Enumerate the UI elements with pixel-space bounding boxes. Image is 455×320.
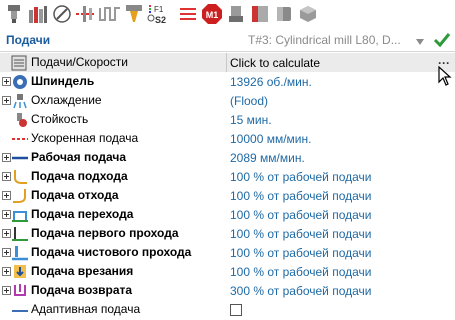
grid-header-name: Подачи/Скорости	[31, 55, 129, 69]
table-row[interactable]: Подача перехода 100 % от рабочей подачи	[0, 205, 455, 224]
row-value[interactable]: 100 % от рабочей подачи	[230, 167, 371, 186]
adaptive-feed-icon	[12, 302, 28, 318]
row-value[interactable]: 15 мин.	[230, 110, 272, 129]
expand-toggle[interactable]	[2, 191, 11, 200]
cutter-icon[interactable]	[123, 3, 145, 25]
row-value[interactable]: 2089 мм/мин.	[230, 148, 305, 167]
expand-toggle[interactable]	[2, 172, 11, 181]
adaptive-feed-checkbox[interactable]	[230, 303, 242, 316]
row-value[interactable]: 300 % от рабочей подачи	[230, 281, 371, 300]
row-label: Стойкость	[31, 112, 89, 126]
row-value[interactable]: 100 % от рабочей подачи	[230, 262, 371, 281]
table-row[interactable]: Стойкость 15 мин.	[0, 110, 455, 129]
f1-s2-icon[interactable]: F1 S2	[147, 3, 175, 25]
m1-label: M1	[206, 10, 219, 20]
grid-header-row[interactable]: Подачи/Скорости Click to calculate	[0, 53, 455, 72]
adaptive-feed-value[interactable]	[230, 300, 242, 319]
section-header: Подачи T#3: Cylindrical mill L80, D...	[0, 28, 455, 52]
row-label: Подача первого прохода	[31, 226, 179, 240]
row-value[interactable]: 13926 об./мин.	[230, 72, 312, 91]
expand-toggle[interactable]	[2, 210, 11, 219]
table-row[interactable]: Охлаждение (Flood)	[0, 91, 455, 110]
f1-label: F1	[154, 5, 164, 14]
red-block-icon[interactable]	[249, 3, 271, 25]
first-pass-feed-icon	[12, 226, 28, 242]
row-value[interactable]: (Flood)	[230, 91, 268, 110]
row-value[interactable]: 100 % от рабочей подачи	[230, 186, 371, 205]
cube-icon[interactable]	[297, 3, 319, 25]
s2-label: S2	[155, 15, 166, 25]
table-row[interactable]: Ускоренная подача 10000 мм/мин.	[0, 129, 455, 148]
table-row[interactable]: Подача возврата 300 % от рабочей подачи	[0, 281, 455, 300]
lines-icon[interactable]	[177, 3, 199, 25]
expand-toggle[interactable]	[2, 96, 11, 105]
calculate-link[interactable]: Click to calculate	[230, 53, 320, 72]
row-label: Подача отхода	[31, 188, 119, 202]
m1-stop-icon[interactable]: M1	[201, 3, 223, 25]
feeds-icon[interactable]	[75, 3, 97, 25]
expand-toggle[interactable]	[2, 229, 11, 238]
table-row[interactable]: Шпиндель 13926 об./мин.	[0, 72, 455, 91]
expand-toggle[interactable]	[2, 286, 11, 295]
row-label: Подача подхода	[31, 169, 128, 183]
property-grid: Подачи/Скорости Click to calculate Шпинд…	[0, 53, 455, 319]
row-value[interactable]: 100 % от рабочей подачи	[230, 224, 371, 243]
tool-selector[interactable]: T#3: Cylindrical mill L80, D...	[248, 33, 423, 47]
row-value[interactable]: 100 % от рабочей подачи	[230, 205, 371, 224]
row-label: Ускоренная подача	[31, 131, 139, 145]
work-feed-icon	[12, 150, 28, 166]
toolbar: F1 S2 M1	[0, 0, 455, 28]
approach-feed-icon	[12, 169, 28, 185]
table-row[interactable]: Подача отхода 100 % от рабочей подачи	[0, 186, 455, 205]
expand-toggle[interactable]	[2, 267, 11, 276]
row-label: Подача возврата	[31, 283, 133, 297]
row-value[interactable]: 10000 мм/мин.	[230, 129, 311, 148]
spindle-icon	[12, 74, 28, 90]
table-row[interactable]: Подача первого прохода 100 % от рабочей …	[0, 224, 455, 243]
row-label: Охлаждение	[31, 93, 102, 107]
wave-icon[interactable]	[99, 3, 121, 25]
tool-holder-icon[interactable]	[3, 3, 25, 25]
table-row[interactable]: Подача врезания 100 % от рабочей подачи	[0, 262, 455, 281]
page-title: Подачи	[6, 33, 51, 47]
transition-feed-icon	[12, 207, 28, 223]
row-label: Подача перехода	[31, 207, 134, 221]
chevron-down-icon[interactable]	[415, 35, 425, 49]
finish-pass-feed-icon	[12, 245, 28, 261]
plunge-feed-icon	[12, 264, 28, 280]
row-label: Адаптивная подача	[31, 302, 141, 316]
cylinder-icon[interactable]	[273, 3, 295, 25]
return-feed-icon	[12, 283, 28, 299]
expand-toggle[interactable]	[2, 77, 11, 86]
torch-icon[interactable]	[225, 3, 247, 25]
confirm-check-icon[interactable]	[433, 31, 451, 52]
table-row[interactable]: Адаптивная подача	[0, 300, 455, 319]
row-value[interactable]: 100 % от рабочей подачи	[230, 243, 371, 262]
column-divider[interactable]	[226, 53, 227, 72]
row-label: Подача чистового прохода	[31, 245, 192, 259]
rapid-feed-icon	[12, 131, 28, 147]
expand-toggle[interactable]	[2, 153, 11, 162]
retract-feed-icon	[12, 188, 28, 204]
mouse-cursor-icon	[438, 65, 452, 89]
compass-icon[interactable]	[51, 3, 73, 25]
table-row[interactable]: Подача чистового прохода 100 % от рабоче…	[0, 243, 455, 262]
table-row[interactable]: Подача подхода 100 % от рабочей подачи	[0, 167, 455, 186]
table-row[interactable]: Рабочая подача 2089 мм/мин.	[0, 148, 455, 167]
expand-toggle[interactable]	[2, 248, 11, 257]
row-label: Рабочая подача	[31, 150, 126, 164]
stock-bars-icon[interactable]	[27, 3, 49, 25]
row-label: Подача врезания	[31, 264, 134, 278]
row-label: Шпиндель	[31, 74, 95, 88]
feeds-grid-icon	[11, 55, 27, 71]
coolant-icon	[12, 93, 28, 109]
tool-life-icon	[12, 112, 28, 128]
